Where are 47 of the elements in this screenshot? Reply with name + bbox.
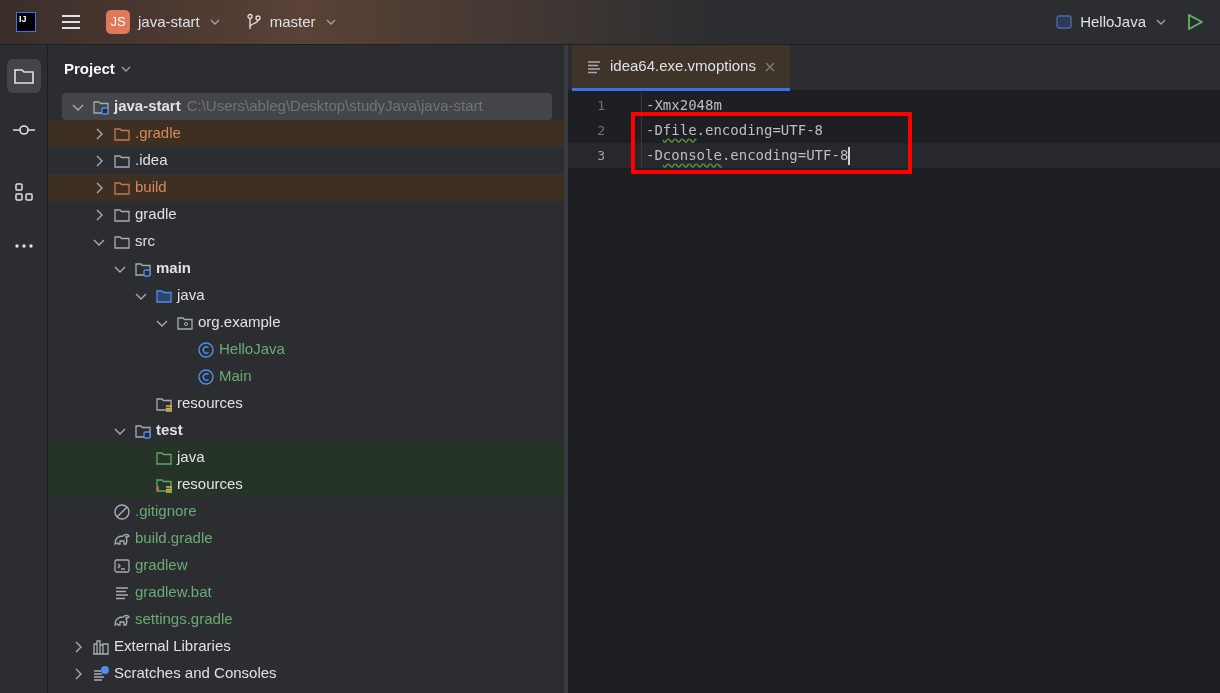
project-view-selector[interactable]: Project bbox=[64, 57, 133, 81]
tree-item[interactable]: External Libraries bbox=[48, 633, 564, 660]
tree-item[interactable]: src bbox=[48, 228, 564, 255]
tree-item[interactable]: org.example bbox=[48, 309, 564, 336]
tree-item[interactable]: Main bbox=[48, 363, 564, 390]
run-config-selector[interactable]: HelloJava bbox=[1056, 10, 1168, 34]
tree-item[interactable]: settings.gradle bbox=[48, 606, 564, 633]
tree-item[interactable]: java bbox=[48, 444, 564, 471]
tree-item[interactable]: main bbox=[48, 255, 564, 282]
tree-item[interactable]: .idea bbox=[48, 147, 564, 174]
line-number: 1 bbox=[568, 93, 642, 118]
more-icon bbox=[14, 244, 33, 248]
tree-item[interactable]: gradlew bbox=[48, 552, 564, 579]
app-logo[interactable]: IJ bbox=[16, 12, 36, 32]
class-icon bbox=[197, 367, 215, 386]
tree-item[interactable]: test bbox=[48, 417, 564, 444]
text-file-icon bbox=[586, 58, 602, 75]
ignore-icon bbox=[113, 502, 131, 521]
line-number: 3 bbox=[568, 143, 642, 168]
run-icon[interactable] bbox=[1186, 13, 1204, 31]
code-line: -Dconsole.encoding=UTF-8 bbox=[645, 146, 851, 166]
tree-item[interactable]: gradle bbox=[48, 201, 564, 228]
tree-item[interactable]: Scratches and Consoles bbox=[48, 660, 564, 687]
project-switcher[interactable]: JS java-start bbox=[106, 10, 222, 34]
branch-selector[interactable]: master bbox=[245, 10, 338, 34]
tree-item[interactable]: gradlew.bat bbox=[48, 579, 564, 606]
terminal-icon bbox=[113, 556, 131, 575]
tree-item[interactable]: build bbox=[48, 174, 564, 201]
folder-tool-button[interactable] bbox=[6, 59, 41, 93]
tree-item[interactable]: resources bbox=[48, 471, 564, 498]
window-icon bbox=[1056, 14, 1073, 30]
editor-tab[interactable]: idea64.exe.vmoptions bbox=[572, 45, 790, 91]
branch-icon bbox=[245, 13, 262, 31]
scratches-icon bbox=[92, 664, 110, 683]
close-icon[interactable] bbox=[763, 60, 776, 73]
libraries-icon bbox=[92, 637, 110, 656]
menu-icon[interactable] bbox=[60, 13, 82, 31]
tree-item[interactable]: resources bbox=[48, 390, 564, 417]
code-line: -Xmx2048m bbox=[645, 96, 722, 115]
tree-item[interactable]: HelloJava bbox=[48, 336, 564, 363]
tree-item[interactable]: .gradle bbox=[48, 120, 564, 147]
tree-item[interactable]: build.gradle bbox=[48, 525, 564, 552]
tree-item[interactable]: .gitignore bbox=[48, 498, 564, 525]
tree-item[interactable]: java bbox=[48, 282, 564, 309]
class-icon bbox=[197, 340, 215, 359]
project-badge: JS bbox=[106, 10, 130, 34]
code-line: -Dfile.encoding=UTF-8 bbox=[645, 121, 823, 140]
